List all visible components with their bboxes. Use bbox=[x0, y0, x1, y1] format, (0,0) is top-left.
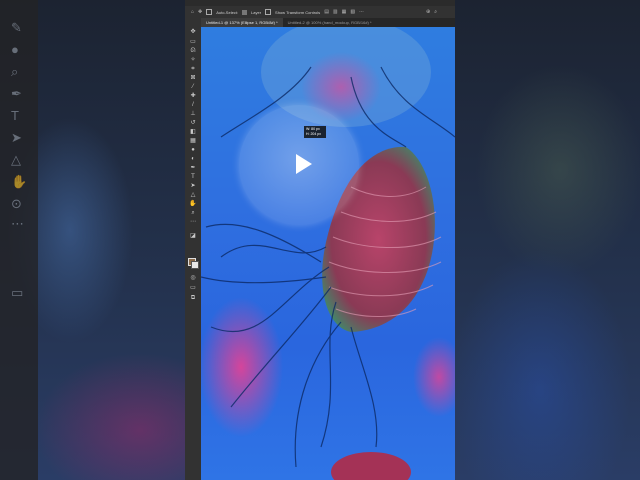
bottom-jellyfish bbox=[331, 452, 411, 480]
play-icon[interactable] bbox=[296, 154, 312, 174]
artboard-tool-icon[interactable]: ▭ bbox=[188, 38, 198, 46]
more-options-icon[interactable]: ⋯ bbox=[359, 9, 364, 15]
history-brush-icon[interactable]: ↺ bbox=[188, 119, 198, 127]
bg-zoom-icon: ⊙ bbox=[11, 196, 22, 211]
more-tools-icon[interactable]: ⋯ bbox=[188, 218, 198, 226]
shape-tool-icon[interactable]: △ bbox=[188, 191, 198, 199]
tools-panel: ✥ ▭ ᘏ ✧ ⌗ ⊠ ⁄ ✚ / ⊥ ↺ ◧ ▦ ● ◐ ✒ T ➤ △ ✋ … bbox=[185, 18, 201, 480]
search-icon[interactable]: ⌕ bbox=[434, 9, 437, 15]
right-jellyfish bbox=[413, 337, 455, 417]
default-colors-icon[interactable]: ◪ bbox=[188, 232, 198, 240]
bg-triangle-icon: △ bbox=[11, 152, 21, 167]
background-color-swatch[interactable] bbox=[191, 261, 199, 269]
distribute-icon[interactable]: ▧ bbox=[350, 9, 355, 15]
bg-cursor-icon: ➤ bbox=[11, 130, 22, 145]
bg-search-icon: ⌕ bbox=[11, 64, 19, 79]
move-tool-icon[interactable]: ✥ bbox=[198, 9, 202, 15]
align-left-icon[interactable]: ▤ bbox=[324, 9, 329, 15]
type-tool-icon[interactable]: T bbox=[188, 173, 198, 181]
tooltip-height: H: 204 px bbox=[306, 132, 321, 136]
layer-dropdown[interactable]: Layer bbox=[251, 10, 261, 15]
left-jellyfish bbox=[201, 297, 283, 437]
healing-brush-icon[interactable]: ✚ bbox=[188, 92, 198, 100]
auto-select-label: Auto-Select: bbox=[216, 9, 239, 15]
home-icon[interactable]: ⌂ bbox=[191, 9, 194, 15]
move-tool-icon[interactable]: ✥ bbox=[188, 28, 198, 36]
eyedropper-icon[interactable]: ⁄ bbox=[188, 83, 198, 91]
edit-toolbar-icon[interactable]: ⧉ bbox=[188, 294, 198, 302]
options-bar: ⌂ ✥ Auto-Select: Layer Show Transform Co… bbox=[185, 6, 455, 18]
photoshop-window: ⌂ ✥ Auto-Select: Layer Show Transform Co… bbox=[185, 0, 455, 480]
crop-tool-icon[interactable]: ⌗ bbox=[188, 65, 198, 73]
blur-tool-icon[interactable]: ● bbox=[188, 146, 198, 154]
document-tab-bar: Untitled-1 @ 137% (Ellipse 1, RGB/8#) * … bbox=[201, 18, 455, 27]
3d-mode-icon[interactable]: ⊕ bbox=[426, 9, 430, 15]
align-right-icon[interactable]: ▦ bbox=[342, 9, 347, 15]
magic-wand-icon[interactable]: ✧ bbox=[188, 56, 198, 64]
bg-hand-icon: ✋ bbox=[11, 174, 28, 189]
hand-tool-icon[interactable]: ✋ bbox=[188, 200, 198, 208]
document-canvas[interactable]: W: 80 px H: 204 px bbox=[201, 27, 455, 480]
show-transform-label: Show Transform Controls bbox=[275, 9, 321, 15]
align-center-icon[interactable]: ▥ bbox=[333, 9, 338, 15]
blurred-toolbar-background: ✎ ● ⌕ ✒ T ➤ △ ✋ ⊙ ⋯ ▭ bbox=[0, 0, 38, 480]
path-select-icon[interactable]: ➤ bbox=[188, 182, 198, 190]
bg-type-icon: T bbox=[11, 108, 19, 123]
layer-dropdown-bg bbox=[242, 9, 248, 15]
show-transform-checkbox[interactable] bbox=[265, 9, 272, 15]
lasso-tool-icon[interactable]: ᘏ bbox=[188, 47, 198, 55]
eraser-icon[interactable]: ◧ bbox=[188, 128, 198, 136]
jellyfish-photo bbox=[201, 27, 455, 480]
zoom-tool-icon[interactable]: ⌕ bbox=[188, 209, 198, 217]
bg-brush-icon: ✎ bbox=[11, 20, 22, 35]
bg-more-icon: ⋯ bbox=[11, 216, 24, 231]
tab-untitled-1[interactable]: Untitled-1 @ 137% (Ellipse 1, RGB/8#) * bbox=[201, 18, 283, 27]
dodge-tool-icon[interactable]: ◐ bbox=[188, 155, 198, 163]
pen-tool-icon[interactable]: ✒ bbox=[188, 164, 198, 172]
auto-select-checkbox[interactable] bbox=[206, 9, 213, 15]
brush-tool-icon[interactable]: / bbox=[188, 101, 198, 109]
bg-pen-icon: ✒ bbox=[11, 86, 22, 101]
transform-size-tooltip: W: 80 px H: 204 px bbox=[304, 126, 326, 138]
gradient-icon[interactable]: ▦ bbox=[188, 137, 198, 145]
frame-tool-icon[interactable]: ⊠ bbox=[188, 74, 198, 82]
quick-mask-icon[interactable]: ◎ bbox=[188, 274, 198, 282]
screen-mode-icon[interactable]: ▭ bbox=[188, 284, 198, 292]
bg-drop-icon: ● bbox=[11, 42, 19, 57]
clone-stamp-icon[interactable]: ⊥ bbox=[188, 110, 198, 118]
bg-mask-icon: ▭ bbox=[11, 285, 24, 300]
tab-untitled-2[interactable]: Untitled-2 @ 100% (hand_mockup, RGB/16#)… bbox=[283, 18, 377, 27]
